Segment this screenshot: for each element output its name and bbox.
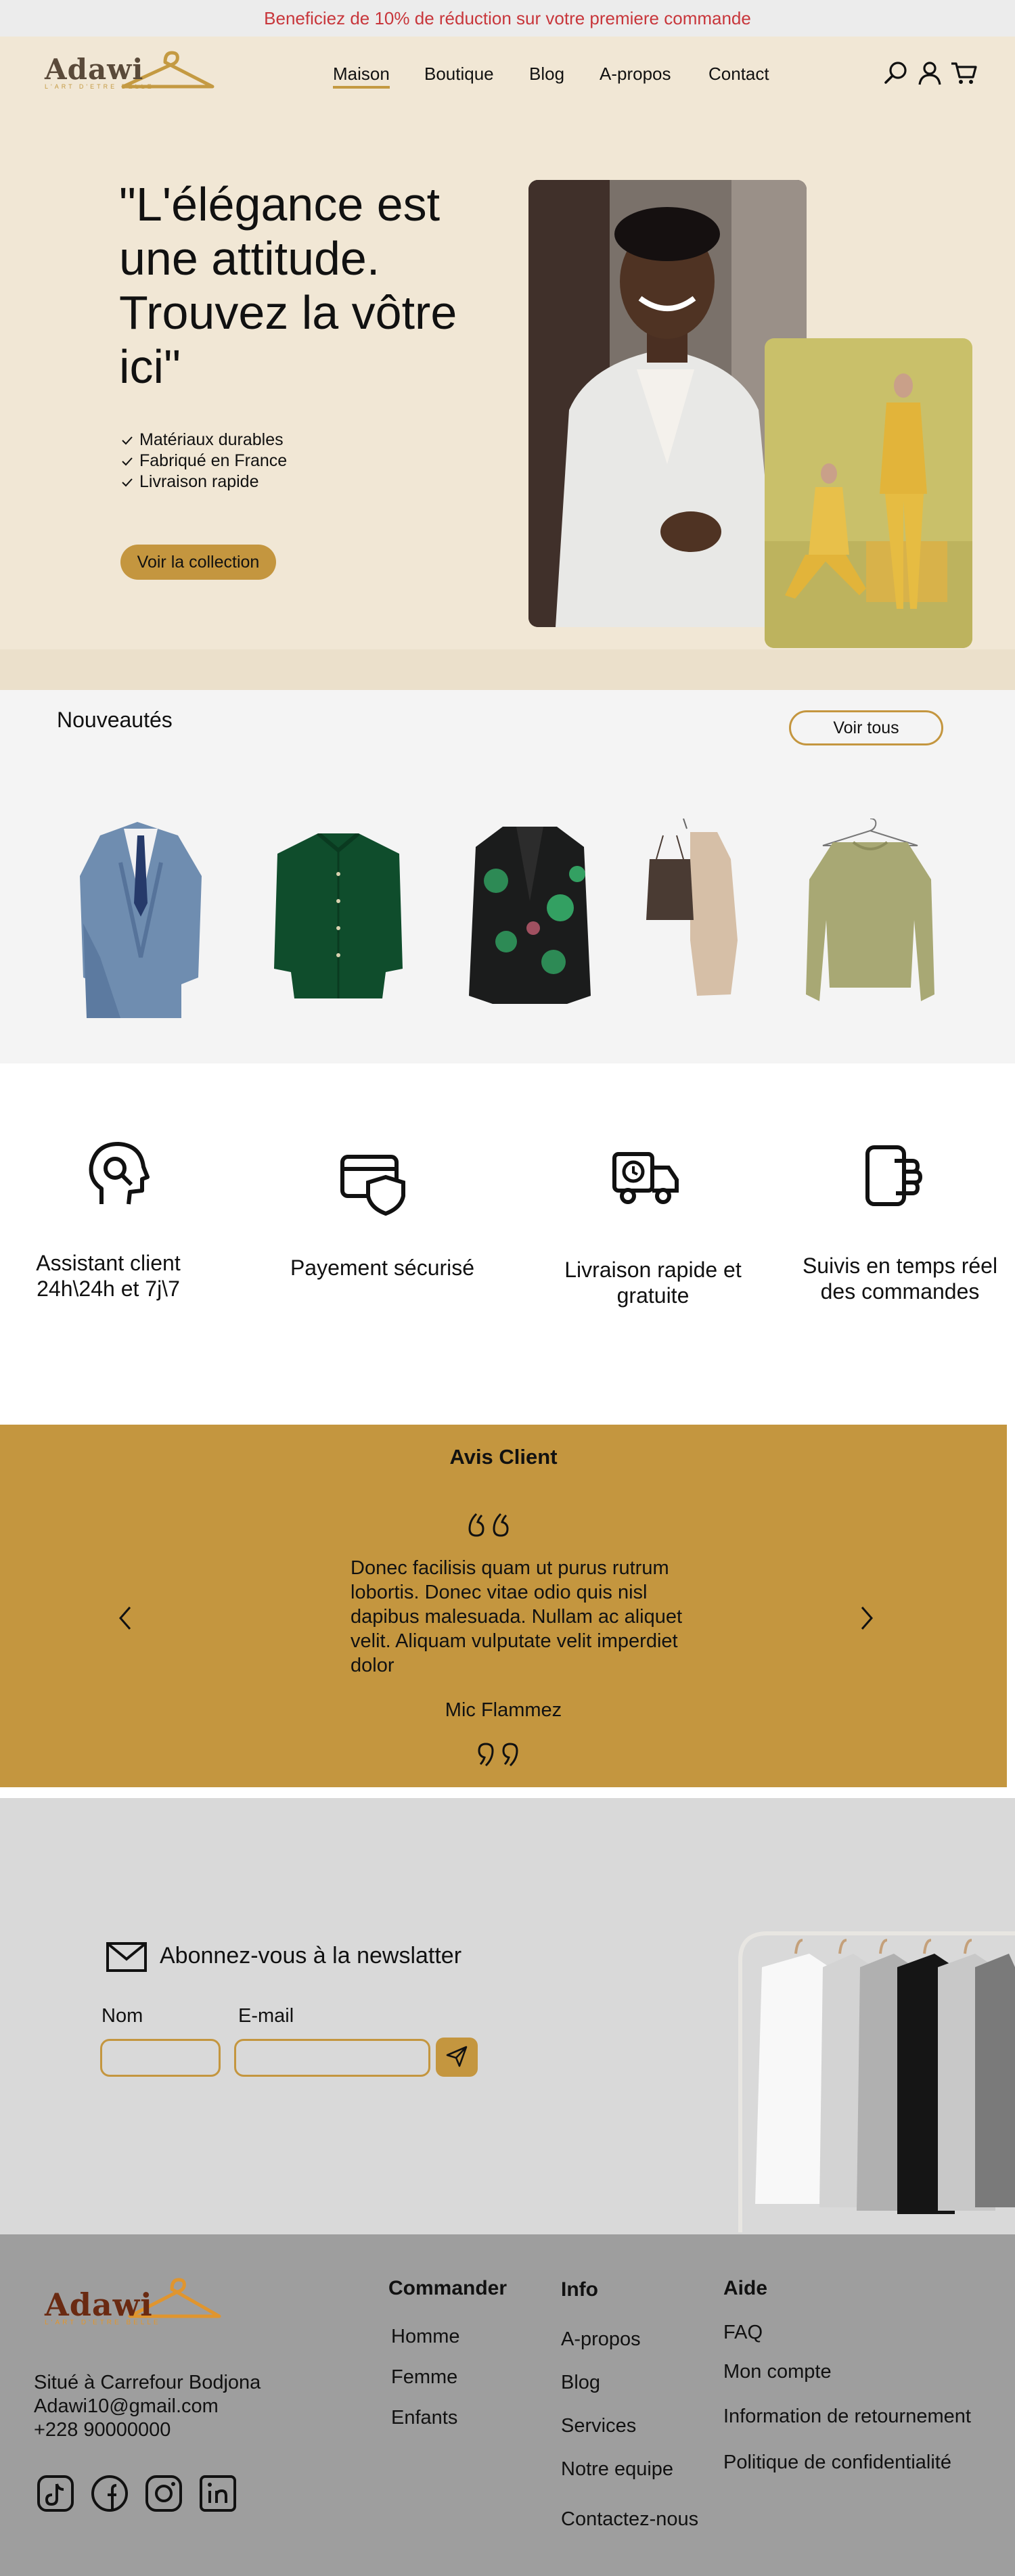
review-author: Mic Flammez [445, 1699, 562, 1721]
facebook-icon[interactable] [91, 2475, 129, 2512]
logo-wordmark: Adawi [45, 2286, 153, 2323]
footer-address: Situé à Carrefour Bodjona [34, 2372, 261, 2393]
send-icon [446, 2046, 468, 2067]
view-collection-button[interactable]: Voir la collection [120, 545, 276, 580]
footer-link-homme[interactable]: Homme [391, 2326, 460, 2348]
footer-link-a-propos[interactable]: A-propos [561, 2328, 641, 2351]
footer-link-mon-compte[interactable]: Mon compte [723, 2361, 832, 2383]
footer-link-confidentialite[interactable]: Politique de confidentialité [723, 2452, 951, 2474]
reviews-title: Avis Client [449, 1445, 558, 1469]
instagram-icon[interactable] [145, 2475, 183, 2512]
tshirt-rack-image [738, 1931, 1015, 2232]
feature-label: Matériaux durables [139, 430, 284, 449]
footer-aide-title: Aide [723, 2277, 768, 2299]
feature-item: Fabriqué en France [120, 451, 287, 471]
nav-contact[interactable]: Contact [708, 64, 769, 85]
user-icon[interactable] [916, 60, 943, 87]
secure-payment-icon [340, 1155, 405, 1216]
newsletter-title: Abonnez-vous à la newslatter [160, 1943, 462, 1969]
cart-icon[interactable] [950, 60, 977, 87]
new-arrivals-title: Nouveautés [57, 708, 173, 732]
footer-phone: +228 90000000 [34, 2419, 171, 2441]
email-label: E-mail [238, 2005, 294, 2027]
hero-bottom-strip [0, 649, 1015, 690]
footer-logo[interactable]: Adawi L'ART D'ETRE BELLE [45, 2278, 221, 2326]
product-image-floral-blazer[interactable] [466, 827, 594, 1004]
review-text: Donec facilisis quam ut purus rutrum lob… [351, 1557, 683, 1676]
feature-item: Matériaux durables [120, 430, 284, 450]
nav-boutique[interactable]: Boutique [424, 64, 494, 85]
footer-link-contact[interactable]: Contactez-nous [561, 2508, 698, 2531]
service-label-delivery: Livraison rapide et gratuite [564, 1258, 742, 1308]
footer-link-notre-equipe[interactable]: Notre equipe [561, 2458, 673, 2481]
hero-title: "L'élégance est une attitude. Trouvez la… [119, 178, 457, 393]
nav-a-propos[interactable]: A-propos [600, 64, 671, 85]
email-field[interactable] [234, 2039, 430, 2077]
footer-link-retournement[interactable]: Information de retournement [723, 2406, 971, 2428]
feature-label: Livraison rapide [139, 472, 259, 491]
footer-email: Adawi10@gmail.com [34, 2395, 219, 2417]
close-quote-icon [478, 1743, 518, 1767]
name-label: Nom [102, 2005, 143, 2027]
service-label-tracking: Suivis en temps réel des commandes [802, 1254, 998, 1304]
mail-icon [106, 1942, 147, 1972]
search-icon[interactable] [882, 60, 909, 87]
open-quote-icon [468, 1513, 509, 1537]
support-head-icon [89, 1142, 150, 1205]
check-icon [122, 457, 133, 465]
check-icon [122, 436, 133, 444]
footer-link-faq[interactable]: FAQ [723, 2322, 763, 2344]
product-image-dress-set[interactable] [636, 819, 754, 1001]
promo-text: Beneficiez de 10% de réduction sur votre… [264, 7, 751, 28]
logo-tagline: L'ART D'ETRE BELLE [45, 2319, 161, 2326]
header-logo[interactable]: Adawi L'ART D'ETRE BELLE [45, 51, 215, 90]
footer-commander-title: Commander [388, 2277, 508, 2299]
promo-bar: Beneficiez de 10% de réduction sur votre… [0, 0, 1015, 37]
linkedin-icon[interactable] [199, 2475, 237, 2512]
hero-photo-women [765, 338, 972, 648]
product-image-olive-blouse[interactable] [803, 819, 938, 1021]
subscribe-button[interactable] [436, 2038, 478, 2077]
footer-link-blog[interactable]: Blog [561, 2372, 600, 2394]
nav-blog[interactable]: Blog [529, 64, 564, 85]
footer-link-enfants[interactable]: Enfants [391, 2407, 457, 2429]
tiktok-icon[interactable] [37, 2475, 74, 2512]
footer-link-services[interactable]: Services [561, 2415, 636, 2437]
feature-item: Livraison rapide [120, 472, 259, 492]
service-label-support: Assistant client 24h\24h et 7j\7 [36, 1251, 181, 1301]
logo-wordmark: Adawi [45, 53, 144, 86]
chevron-left-icon[interactable] [115, 1605, 135, 1632]
chevron-right-icon[interactable] [857, 1605, 877, 1632]
footer-link-femme[interactable]: Femme [391, 2366, 457, 2389]
phone-tracking-icon [865, 1145, 923, 1206]
product-image-blue-suit[interactable] [73, 822, 208, 1018]
delivery-truck-icon [612, 1152, 679, 1204]
service-label-payment: Payement sécurisé [290, 1256, 475, 1280]
name-field[interactable] [100, 2039, 221, 2077]
logo-tagline: L'ART D'ETRE BELLE [45, 83, 154, 90]
product-image-green-shirt[interactable] [271, 833, 406, 998]
nav-maison[interactable]: Maison [333, 64, 390, 89]
check-icon [122, 478, 133, 486]
view-all-button[interactable]: Voir tous [789, 710, 943, 745]
footer-info-title: Info [561, 2278, 598, 2301]
feature-label: Fabriqué en France [139, 451, 288, 470]
